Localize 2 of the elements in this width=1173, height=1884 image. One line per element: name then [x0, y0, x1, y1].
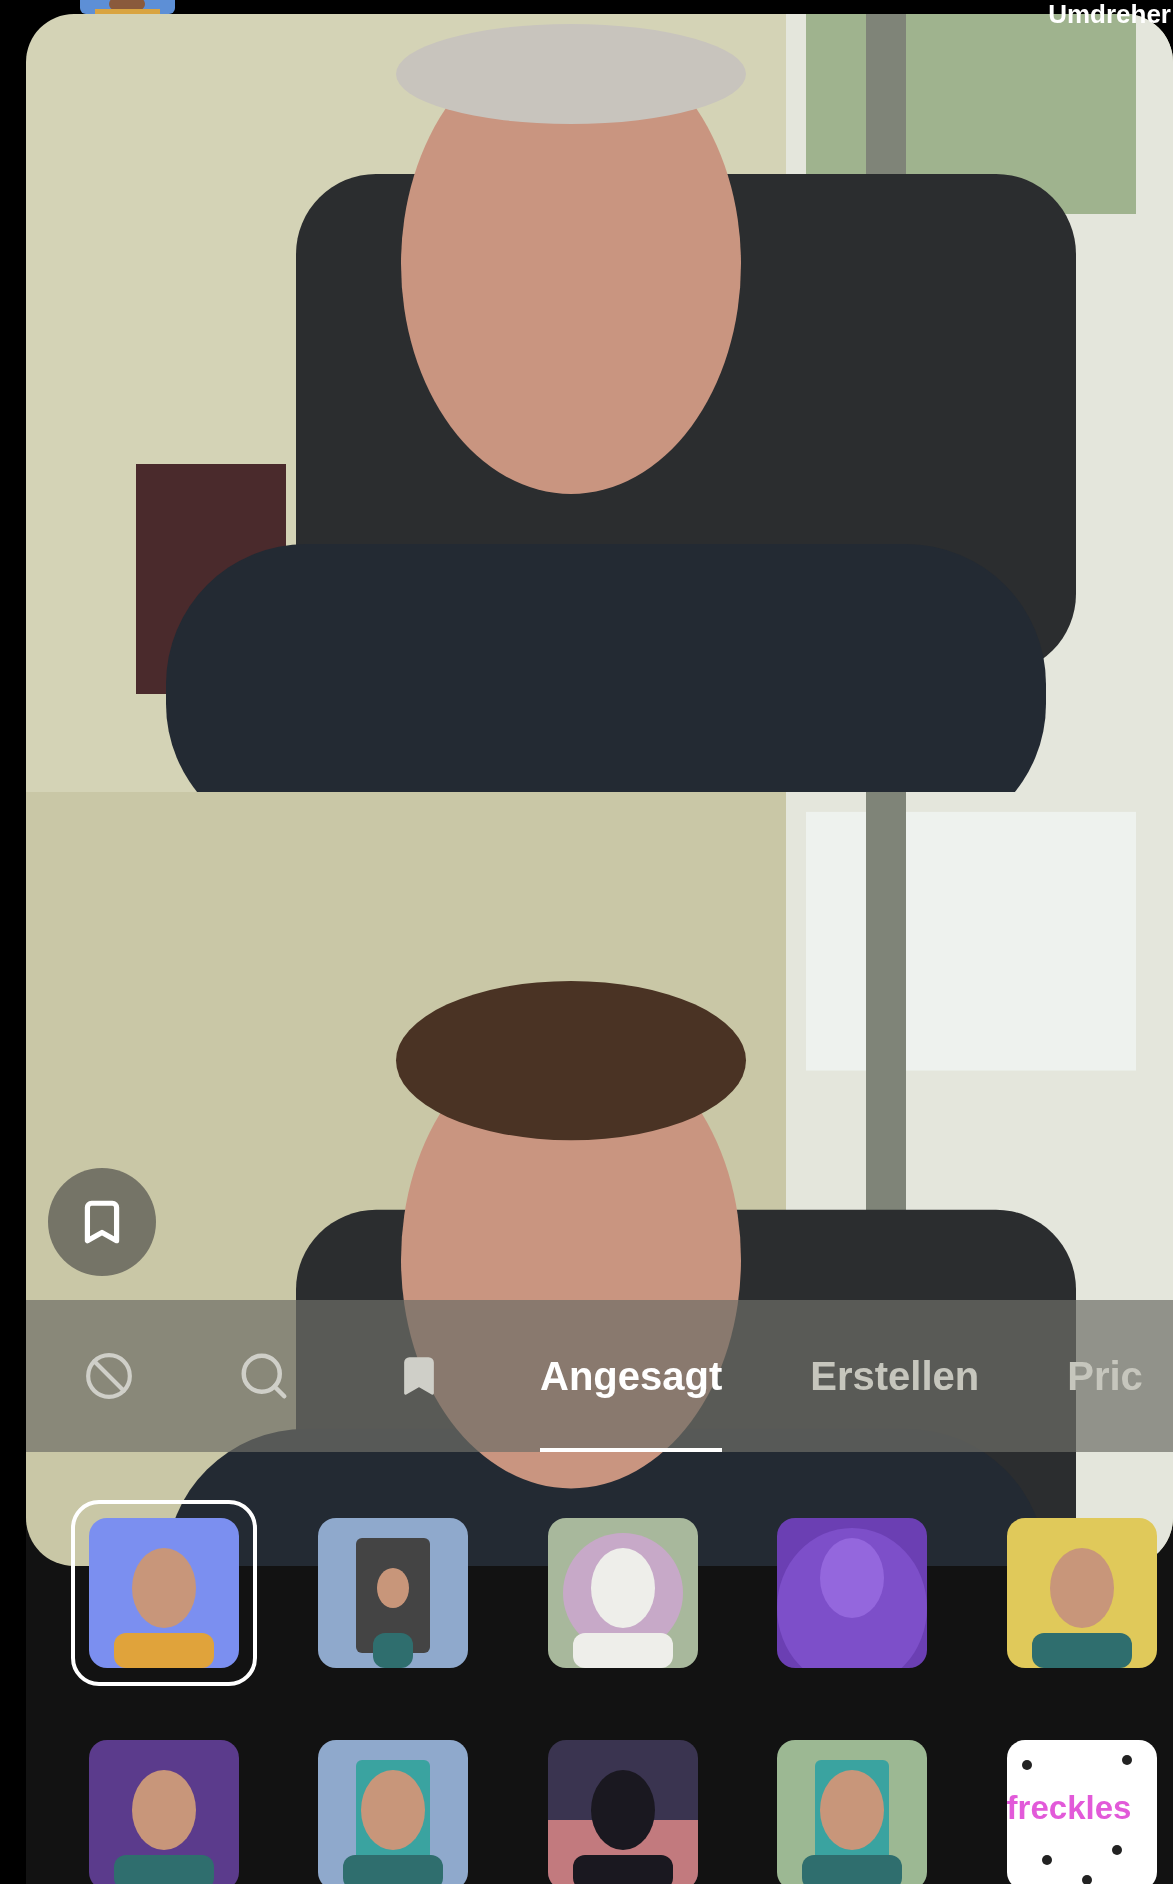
- effect-tile[interactable]: freckles: [988, 1722, 1173, 1884]
- effect-title: freckles: [1006, 1788, 1132, 1828]
